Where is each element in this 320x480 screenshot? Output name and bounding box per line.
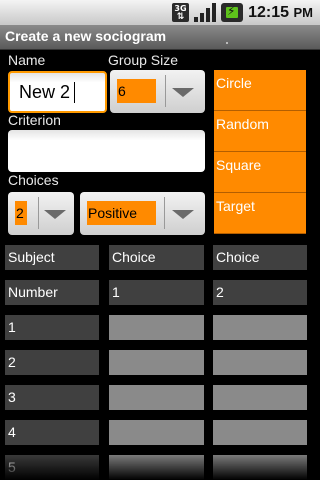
- table-cell-choice-number: 1: [109, 280, 204, 305]
- polarity-value: Positive: [87, 201, 156, 225]
- table-cell-choice[interactable]: [109, 350, 204, 375]
- table-cell-subject: 3: [5, 385, 99, 410]
- layout-target-button[interactable]: Target: [214, 193, 306, 234]
- criterion-label: Criterion: [8, 112, 61, 128]
- page-title: Create a new sociogram: [5, 28, 167, 44]
- signal-strength-icon: [194, 3, 216, 22]
- chevron-down-icon: [172, 88, 194, 97]
- clock: 12:15 PM: [248, 4, 313, 21]
- choices-label: Choices: [8, 172, 59, 188]
- layout-circle-button[interactable]: Circle: [214, 70, 306, 111]
- table-cell-choice-number: 2: [213, 280, 307, 305]
- 3g-data-icon: 3G ⇅: [172, 3, 189, 22]
- chevron-down-icon: [44, 210, 66, 219]
- status-bar: 3G ⇅ 12:15 PM: [0, 0, 320, 25]
- table-header-choice-1: Choice: [109, 245, 204, 270]
- title-bar: Create a new sociogram: [0, 25, 320, 50]
- table-cell-choice[interactable]: [213, 420, 307, 445]
- group-size-label: Group Size: [108, 52, 179, 68]
- group-size-value: 6: [117, 79, 156, 103]
- text-caret: [74, 82, 75, 103]
- table-cell-choice[interactable]: [213, 385, 307, 410]
- table-cell-subject: 1: [5, 315, 99, 340]
- choices-value: 2: [15, 201, 27, 225]
- table-cell-subject: 4: [5, 420, 99, 445]
- table-cell-choice[interactable]: [213, 315, 307, 340]
- table-header-choice-2: Choice: [213, 245, 307, 270]
- table-cell-choice[interactable]: [109, 385, 204, 410]
- name-field[interactable]: New 2: [8, 71, 107, 113]
- layout-random-button[interactable]: Random: [214, 111, 306, 152]
- title-dot: [226, 42, 228, 44]
- choices-spinner[interactable]: 2: [8, 192, 74, 235]
- table-cell-subject: 2: [5, 350, 99, 375]
- polarity-spinner[interactable]: Positive: [80, 192, 205, 235]
- criterion-field[interactable]: [8, 130, 205, 172]
- chevron-down-icon: [172, 210, 194, 219]
- table-header-subject: Subject: [5, 245, 99, 270]
- battery-charging-icon: [221, 3, 243, 22]
- layout-square-button[interactable]: Square: [214, 152, 306, 193]
- group-size-spinner[interactable]: 6: [110, 70, 205, 113]
- table-cell-number-label: Number: [5, 280, 99, 305]
- scroll-fade: [0, 452, 320, 480]
- name-value: New 2: [19, 82, 71, 102]
- table-cell-choice[interactable]: [213, 350, 307, 375]
- name-label: Name: [8, 52, 46, 68]
- table-cell-choice[interactable]: [109, 315, 204, 340]
- table-cell-choice[interactable]: [109, 420, 204, 445]
